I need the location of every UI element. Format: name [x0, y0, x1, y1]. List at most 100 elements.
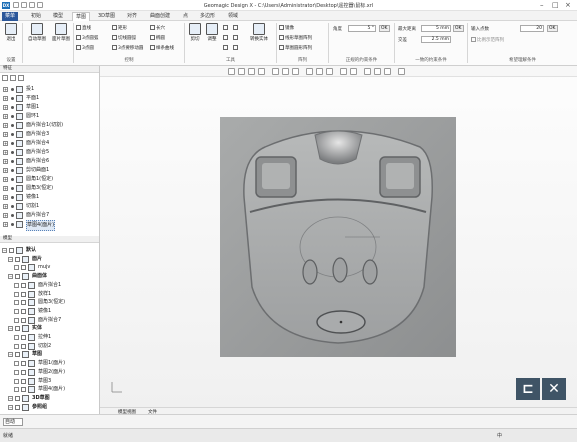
expand-toggle-icon[interactable]: +: [3, 213, 8, 218]
ellipse-tool[interactable]: 椭圆: [150, 35, 165, 41]
trim-tool[interactable]: [223, 25, 229, 31]
ime-indicator[interactable]: 中: [497, 432, 502, 440]
chamfer-tool[interactable]: [233, 35, 239, 41]
mouse-mesh-model[interactable]: [220, 117, 456, 357]
expand-toggle-icon[interactable]: [14, 335, 19, 340]
expand-toggle-icon[interactable]: −: [2, 248, 7, 253]
select-filter-icon[interactable]: [316, 68, 323, 75]
expand-toggle-icon[interactable]: +: [3, 96, 8, 101]
select-mode-dropdown[interactable]: 自动: [3, 418, 23, 426]
visibility-checkbox[interactable]: [15, 395, 20, 401]
rectangle-tool[interactable]: 矩形: [112, 25, 127, 31]
visibility-icon[interactable]: [11, 187, 14, 190]
view-rotate-icon[interactable]: [238, 68, 245, 75]
visibility-icon[interactable]: [11, 106, 14, 109]
expand-toggle-icon[interactable]: [14, 282, 19, 288]
fillet-tool[interactable]: [233, 25, 239, 31]
view-shading-icon[interactable]: [292, 68, 299, 75]
visibility-icon[interactable]: [11, 142, 14, 145]
visibility-icon[interactable]: [11, 151, 14, 154]
expand-toggle-icon[interactable]: [14, 308, 19, 314]
deviation-icon[interactable]: [350, 68, 357, 75]
visibility-icon[interactable]: [11, 214, 14, 217]
expand-toggle-icon[interactable]: +: [3, 168, 8, 173]
visibility-checkbox[interactable]: [21, 317, 26, 323]
expand-toggle-icon[interactable]: [14, 300, 19, 306]
visibility-checkbox[interactable]: [15, 274, 20, 280]
visibility-checkbox[interactable]: [15, 256, 20, 262]
expand-toggle-icon[interactable]: +: [3, 177, 8, 182]
view-fit-icon[interactable]: [228, 68, 235, 75]
max-distance-input[interactable]: 5 mm: [421, 25, 451, 32]
expand-toggle-icon[interactable]: +: [3, 195, 8, 200]
collapse-icon[interactable]: [18, 75, 24, 81]
expand-toggle-icon[interactable]: +: [3, 150, 8, 155]
visibility-icon[interactable]: [11, 205, 14, 208]
close-icon[interactable]: ×: [565, 1, 571, 9]
expand-toggle-icon[interactable]: −: [8, 395, 13, 401]
offset-button[interactable]: 剪切: [188, 23, 202, 42]
expand-toggle-icon[interactable]: [14, 317, 19, 323]
grid-icon[interactable]: [398, 68, 405, 75]
exit-button[interactable]: 退出: [3, 23, 19, 42]
visibility-checkbox[interactable]: [21, 369, 26, 375]
expand-toggle-icon[interactable]: +: [3, 105, 8, 110]
slot-tool[interactable]: 长穴: [150, 25, 165, 31]
visibility-icon[interactable]: [11, 178, 14, 181]
intersect-input[interactable]: 2.5 mm: [421, 36, 451, 43]
tab-point[interactable]: 点: [180, 12, 191, 21]
visibility-checkbox[interactable]: [21, 343, 26, 349]
expand-toggle-icon[interactable]: −: [8, 352, 13, 358]
view-normal-icon[interactable]: [272, 68, 279, 75]
visibility-icon[interactable]: [11, 88, 14, 91]
tab-model[interactable]: 模型: [50, 12, 66, 21]
spline-tool[interactable]: 样条曲线: [150, 45, 174, 51]
tab-polygon[interactable]: 多边形: [197, 12, 218, 21]
expand-toggle-icon[interactable]: +: [3, 204, 8, 209]
visibility-checkbox[interactable]: [21, 308, 26, 314]
expand-toggle-icon[interactable]: +: [3, 132, 8, 137]
visibility-icon[interactable]: [11, 160, 14, 163]
spline-checkbox[interactable]: 比例示范阵列: [471, 37, 504, 43]
constraint-icon[interactable]: [374, 68, 381, 75]
dimension-icon[interactable]: [384, 68, 391, 75]
tab-align[interactable]: 对齐: [124, 12, 140, 21]
visibility-icon[interactable]: [11, 97, 14, 100]
angle-ok-button[interactable]: OK: [379, 25, 390, 32]
expand-toggle-icon[interactable]: +: [3, 123, 8, 128]
expand-toggle-icon[interactable]: [14, 378, 19, 384]
expand-toggle-icon[interactable]: +: [3, 87, 8, 92]
expand-toggle-icon[interactable]: +: [3, 186, 8, 191]
visibility-icon[interactable]: [11, 124, 14, 127]
expand-toggle-icon[interactable]: +: [3, 222, 8, 227]
adjust-button[interactable]: 调整: [205, 23, 219, 42]
max-distance-ok-button[interactable]: OK: [453, 25, 464, 32]
view-display-icon[interactable]: [282, 68, 289, 75]
angle-input[interactable]: 5 °: [348, 25, 376, 32]
tab-file[interactable]: 菜单: [2, 12, 19, 21]
tab-3d-sketch[interactable]: 3D草图: [95, 12, 118, 21]
line-tool[interactable]: 直线: [76, 25, 91, 31]
visibility-icon[interactable]: [11, 169, 14, 172]
exit-sketch-button[interactable]: ⊏: [516, 378, 540, 400]
visibility-icon[interactable]: [11, 196, 14, 199]
mesh-sketch-button[interactable]: 面片草图: [50, 23, 72, 42]
visibility-checkbox[interactable]: [15, 326, 20, 332]
move-arc-tool[interactable]: 3点要移动圆: [112, 45, 143, 51]
visibility-checkbox[interactable]: [21, 387, 26, 393]
tab-home[interactable]: 初始: [28, 12, 44, 21]
view-pan-icon[interactable]: [248, 68, 255, 75]
select-mode-icon[interactable]: [306, 68, 313, 75]
tangent-arc-tool[interactable]: 切线圆弧: [112, 35, 136, 41]
convert-entity-button[interactable]: 转换实体: [246, 23, 272, 42]
circular-array-tool[interactable]: 草图圆形阵列: [279, 45, 312, 51]
expand-toggle-icon[interactable]: [14, 343, 19, 349]
expand-toggle-icon[interactable]: +: [3, 159, 8, 164]
circle-tool[interactable]: 3点圆: [76, 45, 94, 51]
convert-tool[interactable]: [233, 45, 239, 51]
expand-toggle-icon[interactable]: +: [3, 141, 8, 146]
linear-array-tool[interactable]: 线形草图阵列: [279, 35, 312, 41]
expand-toggle-icon[interactable]: −: [8, 326, 13, 332]
expand-icon[interactable]: [10, 75, 16, 81]
visibility-checkbox[interactable]: [15, 352, 20, 358]
